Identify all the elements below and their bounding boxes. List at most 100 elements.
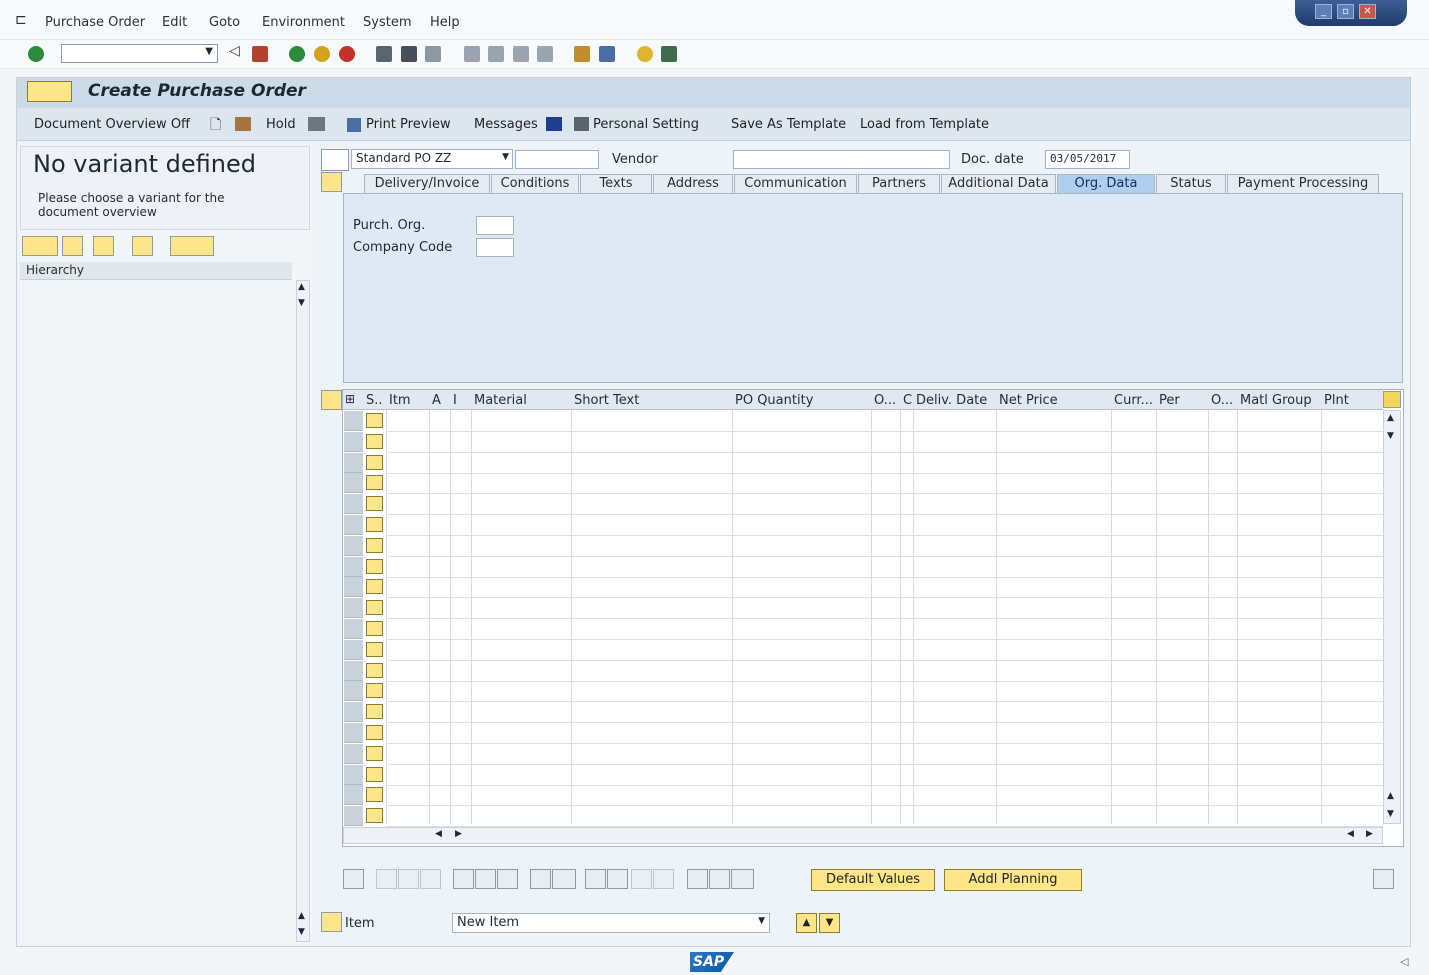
row-status-cell[interactable] bbox=[366, 642, 383, 657]
help-icon[interactable] bbox=[637, 46, 653, 62]
row-status-cell[interactable] bbox=[366, 663, 383, 678]
minimize-button[interactable]: _ bbox=[1315, 4, 1332, 19]
scroll-up-icon[interactable]: ▲ bbox=[1387, 413, 1394, 423]
chevron-down-icon[interactable]: ▼ bbox=[502, 152, 509, 162]
row-selector[interactable] bbox=[344, 598, 363, 618]
row-status-cell[interactable] bbox=[366, 767, 383, 782]
tab-conditions[interactable]: Conditions bbox=[491, 174, 579, 193]
tab-status[interactable]: Status bbox=[1156, 174, 1226, 193]
lock-icon[interactable] bbox=[475, 869, 496, 889]
po-type-select[interactable]: Standard PO ZZ ▼ bbox=[351, 149, 513, 169]
company-code-field[interactable] bbox=[476, 238, 514, 257]
row-status-cell[interactable] bbox=[366, 559, 383, 574]
scroll-up-icon[interactable]: ▲ bbox=[298, 282, 305, 292]
save-template-button[interactable]: Save As Template bbox=[731, 117, 846, 132]
copy-icon[interactable] bbox=[62, 236, 83, 256]
row-selector[interactable] bbox=[344, 577, 363, 597]
tab-delivery-invoice[interactable]: Delivery/Invoice bbox=[364, 174, 490, 193]
item-select[interactable]: New Item ▼ bbox=[452, 913, 770, 933]
filter-icon[interactable] bbox=[607, 869, 628, 889]
menu-help[interactable]: Help bbox=[430, 15, 460, 30]
row-selector[interactable] bbox=[344, 806, 363, 826]
vendor-field[interactable] bbox=[733, 150, 950, 169]
row-status-cell[interactable] bbox=[366, 704, 383, 719]
status-toggle-icon[interactable]: ◁ bbox=[1400, 955, 1408, 968]
row-selector[interactable] bbox=[344, 453, 363, 473]
row-selector[interactable] bbox=[344, 494, 363, 514]
row-status-cell[interactable] bbox=[366, 725, 383, 740]
new-session-icon[interactable] bbox=[574, 46, 590, 62]
tab-partners[interactable]: Partners bbox=[858, 174, 940, 193]
po-number-field[interactable] bbox=[515, 150, 599, 169]
item-details-icon[interactable] bbox=[343, 869, 364, 889]
sort-icon[interactable] bbox=[585, 869, 606, 889]
filter-off-icon[interactable] bbox=[631, 869, 652, 889]
new-document-icon[interactable]: 🗋 bbox=[210, 114, 221, 138]
menu-environment[interactable]: Environment bbox=[262, 15, 345, 30]
menu-goto[interactable]: Goto bbox=[209, 15, 240, 30]
layout-icon[interactable] bbox=[661, 46, 677, 62]
default-values-button[interactable]: Default Values bbox=[811, 869, 935, 891]
scroll-up-icon[interactable]: ▲ bbox=[1387, 791, 1394, 801]
chevron-down-icon[interactable]: ▼ bbox=[758, 916, 765, 926]
info-icon[interactable] bbox=[546, 117, 562, 131]
print-icon[interactable] bbox=[376, 46, 392, 62]
row-status-cell[interactable] bbox=[366, 683, 383, 698]
find-icon[interactable] bbox=[401, 46, 417, 62]
column-config-icon[interactable] bbox=[1383, 391, 1401, 408]
load-template-button[interactable]: Load from Template bbox=[860, 117, 989, 132]
unlock-icon[interactable] bbox=[497, 869, 518, 889]
next-page-icon[interactable] bbox=[513, 46, 529, 62]
exit-icon[interactable] bbox=[314, 46, 330, 62]
previous-item-button[interactable]: ▲ bbox=[796, 913, 817, 933]
hold-button[interactable]: Hold bbox=[266, 117, 296, 132]
tab-payment-processing[interactable]: Payment Processing bbox=[1227, 174, 1379, 193]
select-all-icon[interactable] bbox=[530, 869, 551, 889]
table-settings-icon[interactable]: ⊞ bbox=[345, 392, 355, 406]
purch-org-field[interactable] bbox=[476, 216, 514, 235]
command-field[interactable]: ▼ bbox=[61, 44, 218, 63]
scroll-up-icon[interactable]: ▲ bbox=[298, 911, 305, 921]
row-selector[interactable] bbox=[344, 765, 363, 785]
print-preview-button[interactable]: Print Preview bbox=[366, 117, 451, 132]
row-status-cell[interactable] bbox=[366, 579, 383, 594]
tab-communication[interactable]: Communication bbox=[734, 174, 857, 193]
layout-menu-icon[interactable] bbox=[170, 236, 214, 256]
row-status-cell[interactable] bbox=[366, 455, 383, 470]
menu-system[interactable]: System bbox=[363, 15, 411, 30]
row-selector[interactable] bbox=[344, 536, 363, 556]
tab-address[interactable]: Address bbox=[653, 174, 733, 193]
cut-item-icon[interactable] bbox=[420, 869, 441, 889]
row-status-cell[interactable] bbox=[366, 517, 383, 532]
row-status-cell[interactable] bbox=[366, 538, 383, 553]
back-icon[interactable] bbox=[289, 46, 305, 62]
next-item-button[interactable]: ▼ bbox=[819, 913, 840, 933]
scroll-down-icon[interactable]: ▼ bbox=[298, 927, 305, 937]
copy-item-icon[interactable] bbox=[376, 869, 397, 889]
find-next-icon[interactable] bbox=[425, 46, 441, 62]
deselect-all-icon[interactable] bbox=[552, 869, 576, 889]
menu-edit[interactable]: Edit bbox=[162, 15, 187, 30]
search-icon[interactable] bbox=[132, 236, 153, 256]
scroll-down-icon[interactable]: ▼ bbox=[1387, 431, 1394, 441]
scroll-left-icon[interactable]: ◀ bbox=[435, 829, 442, 839]
refresh-icon[interactable] bbox=[93, 236, 114, 256]
row-selector[interactable] bbox=[344, 557, 363, 577]
row-status-cell[interactable] bbox=[366, 787, 383, 802]
prev-page-icon[interactable] bbox=[488, 46, 504, 62]
row-selector[interactable] bbox=[344, 432, 363, 452]
folder-icon[interactable] bbox=[321, 390, 342, 410]
back-arrow-icon[interactable]: ◁ bbox=[229, 43, 245, 59]
row-status-cell[interactable] bbox=[366, 621, 383, 636]
tab-additional-data[interactable]: Additional Data bbox=[941, 174, 1056, 193]
grid-vertical-scrollbar[interactable]: ▲ ▼ ▲ ▼ bbox=[1383, 410, 1401, 824]
row-selector[interactable] bbox=[344, 723, 363, 743]
cart-icon[interactable] bbox=[321, 149, 349, 171]
copy-document-icon[interactable] bbox=[709, 869, 730, 889]
folder-icon[interactable] bbox=[321, 172, 342, 192]
row-selector[interactable] bbox=[344, 661, 363, 681]
row-selector[interactable] bbox=[344, 744, 363, 764]
save-icon[interactable] bbox=[252, 46, 268, 62]
row-status-cell[interactable] bbox=[366, 413, 383, 428]
restore-button[interactable]: ▫ bbox=[1337, 4, 1354, 19]
